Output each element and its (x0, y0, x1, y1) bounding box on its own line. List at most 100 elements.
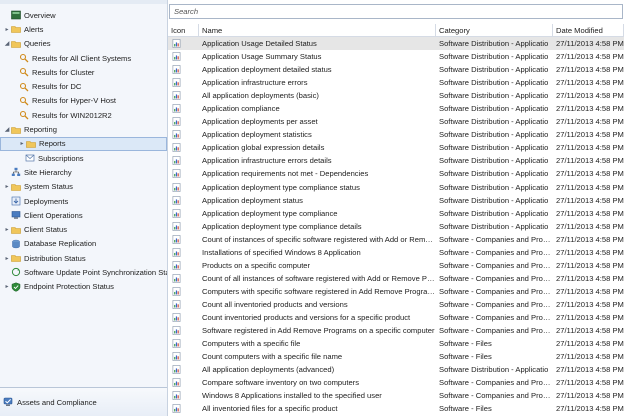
nav-item-label: Site Hierarchy (24, 167, 72, 177)
nav-item-overview[interactable]: Overview (0, 8, 167, 22)
nav-item-client-status[interactable]: ▸ Client Status (0, 222, 167, 236)
workspace-assets-and-compliance[interactable]: Assets and Compliance (0, 387, 167, 416)
icon-cell (168, 156, 199, 166)
table-row[interactable]: Windows 8 Applications installed to the … (168, 389, 624, 402)
nav-item-reports[interactable]: ▸ Reports (0, 136, 167, 151)
column-header-icon[interactable]: Icon (168, 24, 199, 36)
table-row[interactable]: All application deployments (basic) Softw… (168, 89, 624, 102)
query-icon (19, 68, 29, 77)
table-row[interactable]: Software registered in Add Remove Progra… (168, 324, 624, 337)
column-header-date-modified[interactable]: Date Modified (553, 24, 624, 36)
nav-item-reporting[interactable]: ◢ Reporting (0, 122, 167, 136)
expand-arrow-icon[interactable]: ▸ (3, 25, 11, 33)
table-row[interactable]: All inventoried files for a specific pro… (168, 402, 624, 415)
nav-item-results-for-win2012r2[interactable]: Results for WIN2012R2 (0, 108, 167, 122)
nav-item-client-operations[interactable]: Client Operations (0, 208, 167, 222)
table-row[interactable]: Count inventoried products and versions … (168, 311, 624, 324)
nav-item-subscriptions[interactable]: Subscriptions (0, 151, 167, 165)
nav-item-deployments[interactable]: Deployments (0, 194, 167, 208)
nav-item-database-replication[interactable]: Database Replication (0, 237, 167, 251)
table-row[interactable]: Computers with specific software registe… (168, 285, 624, 298)
report-date-cell: 27/11/2013 4:58 PM (556, 65, 624, 75)
icon-cell (168, 195, 199, 205)
report-icon (172, 300, 181, 309)
nav-item-label: Client Operations (24, 210, 83, 220)
expand-arrow-icon[interactable]: ▸ (3, 183, 11, 191)
assets-icon (3, 397, 13, 406)
report-icon (172, 274, 181, 283)
expand-arrow-icon[interactable]: ▸ (3, 254, 11, 262)
table-row[interactable]: Count of all instances of software regis… (168, 272, 624, 285)
expand-arrow-icon[interactable]: ◢ (3, 126, 11, 134)
column-header-name[interactable]: Name (199, 24, 436, 36)
search-input[interactable] (174, 7, 622, 16)
table-row[interactable]: Application deployment type compliance So… (168, 207, 624, 220)
nav-item-queries[interactable]: ◢ Queries (0, 37, 167, 51)
nav-item-results-for-dc[interactable]: Results for DC (0, 79, 167, 93)
table-row[interactable]: Application deployment detailed status So… (168, 63, 624, 76)
icon-cell (168, 182, 199, 192)
table-row[interactable]: Application deployment status Software Di… (168, 194, 624, 207)
column-header-category[interactable]: Category (436, 24, 553, 36)
icon-cell (168, 39, 199, 48)
table-row[interactable]: Application Usage Detailed Status Softwar… (168, 37, 624, 51)
report-date-cell: 27/11/2013 4:58 PM (556, 260, 624, 270)
report-icon (172, 39, 181, 48)
report-name-cell: Count of instances of specific software … (202, 234, 436, 244)
nav-item-label: Endpoint Protection Status (24, 282, 114, 292)
table-row[interactable]: Application deployment type compliance s… (168, 181, 624, 194)
table-row[interactable]: Application requirements not met - Depen… (168, 167, 624, 180)
table-row[interactable]: Count all inventoried products and versi… (168, 298, 624, 311)
nav-item-endpoint-protection-status[interactable]: ▸ Endpoint Protection Status (0, 280, 167, 294)
report-date-cell: 27/11/2013 4:58 PM (556, 313, 624, 322)
report-category-cell: Software - Companies and Produc (439, 313, 553, 322)
icon-cell (168, 52, 199, 61)
nav-item-software-update-point-synchronization-status[interactable]: Software Update Point Synchronization St… (0, 265, 167, 279)
expand-arrow-icon[interactable]: ▸ (3, 226, 11, 234)
nav-item-site-hierarchy[interactable]: Site Hierarchy (0, 165, 167, 179)
table-row[interactable]: Application deployments per asset Softwar… (168, 115, 624, 128)
table-row[interactable]: Products on a specific computer Software … (168, 259, 624, 272)
table-row[interactable]: Installations of specified Windows 8 App… (168, 246, 624, 259)
icon-cell (168, 391, 199, 401)
report-name-cell: Application deployment status (202, 195, 303, 205)
table-row[interactable]: Application compliance Software Distribut… (168, 102, 624, 115)
report-icon (172, 404, 181, 414)
report-category-cell: Software Distribution - Applicatio (439, 208, 549, 218)
table-row[interactable]: Count computers with a specific file nam… (168, 350, 624, 363)
nav-item-results-for-hyper-v-host[interactable]: Results for Hyper-V Host (0, 94, 167, 108)
report-date-cell: 27/11/2013 4:58 PM (556, 378, 624, 388)
expand-arrow-icon[interactable]: ◢ (3, 40, 11, 48)
nav-item-alerts[interactable]: ▸ Alerts (0, 22, 167, 36)
table-row[interactable]: All application deployments (advanced) So… (168, 363, 624, 376)
table-row[interactable]: Compare software inventory on two comput… (168, 376, 624, 389)
table-row[interactable]: Application deployment statistics Softwar… (168, 128, 624, 141)
nav-item-results-for-cluster[interactable]: Results for Cluster (0, 65, 167, 79)
table-row[interactable]: Application deployment type compliance d… (168, 220, 624, 233)
report-icon (172, 117, 181, 127)
table-row[interactable]: Application global expression details Sof… (168, 141, 624, 154)
table-row[interactable]: Computers with a specific file Software -… (168, 337, 624, 350)
reports-content-pane: Icon Name Category Date Modified Applica… (168, 0, 624, 416)
table-row[interactable]: Count of instances of specific software … (168, 233, 624, 246)
search-box[interactable] (169, 4, 623, 19)
report-category-cell: Software Distribution - Applicatio (439, 143, 549, 153)
table-row[interactable]: Application Usage Summary Status Software… (168, 50, 624, 63)
report-date-cell: 27/11/2013 4:58 PM (556, 326, 624, 336)
report-name-cell: Application deployments per asset (202, 117, 318, 127)
report-date-cell: 27/11/2013 4:58 PM (556, 273, 624, 283)
table-row[interactable]: Application infrastructure errors Softwar… (168, 76, 624, 89)
icon-cell (168, 143, 199, 153)
report-name-cell: Application infrastructure errors detail… (202, 156, 332, 166)
report-icon (172, 65, 181, 74)
expand-arrow-icon[interactable]: ▸ (18, 140, 26, 148)
nav-item-results-for-all-client-systems[interactable]: Results for All Client Systems (0, 51, 167, 65)
nav-item-distribution-status[interactable]: ▸ Distribution Status (0, 251, 167, 265)
expand-arrow-icon[interactable]: ▸ (3, 283, 11, 291)
report-name-cell: Windows 8 Applications installed to the … (202, 391, 382, 401)
nav-item-system-status[interactable]: ▸ System Status (0, 180, 167, 194)
grid-body: Application Usage Detailed Status Softwar… (168, 37, 624, 415)
table-row[interactable]: Application infrastructure errors detail… (168, 154, 624, 167)
